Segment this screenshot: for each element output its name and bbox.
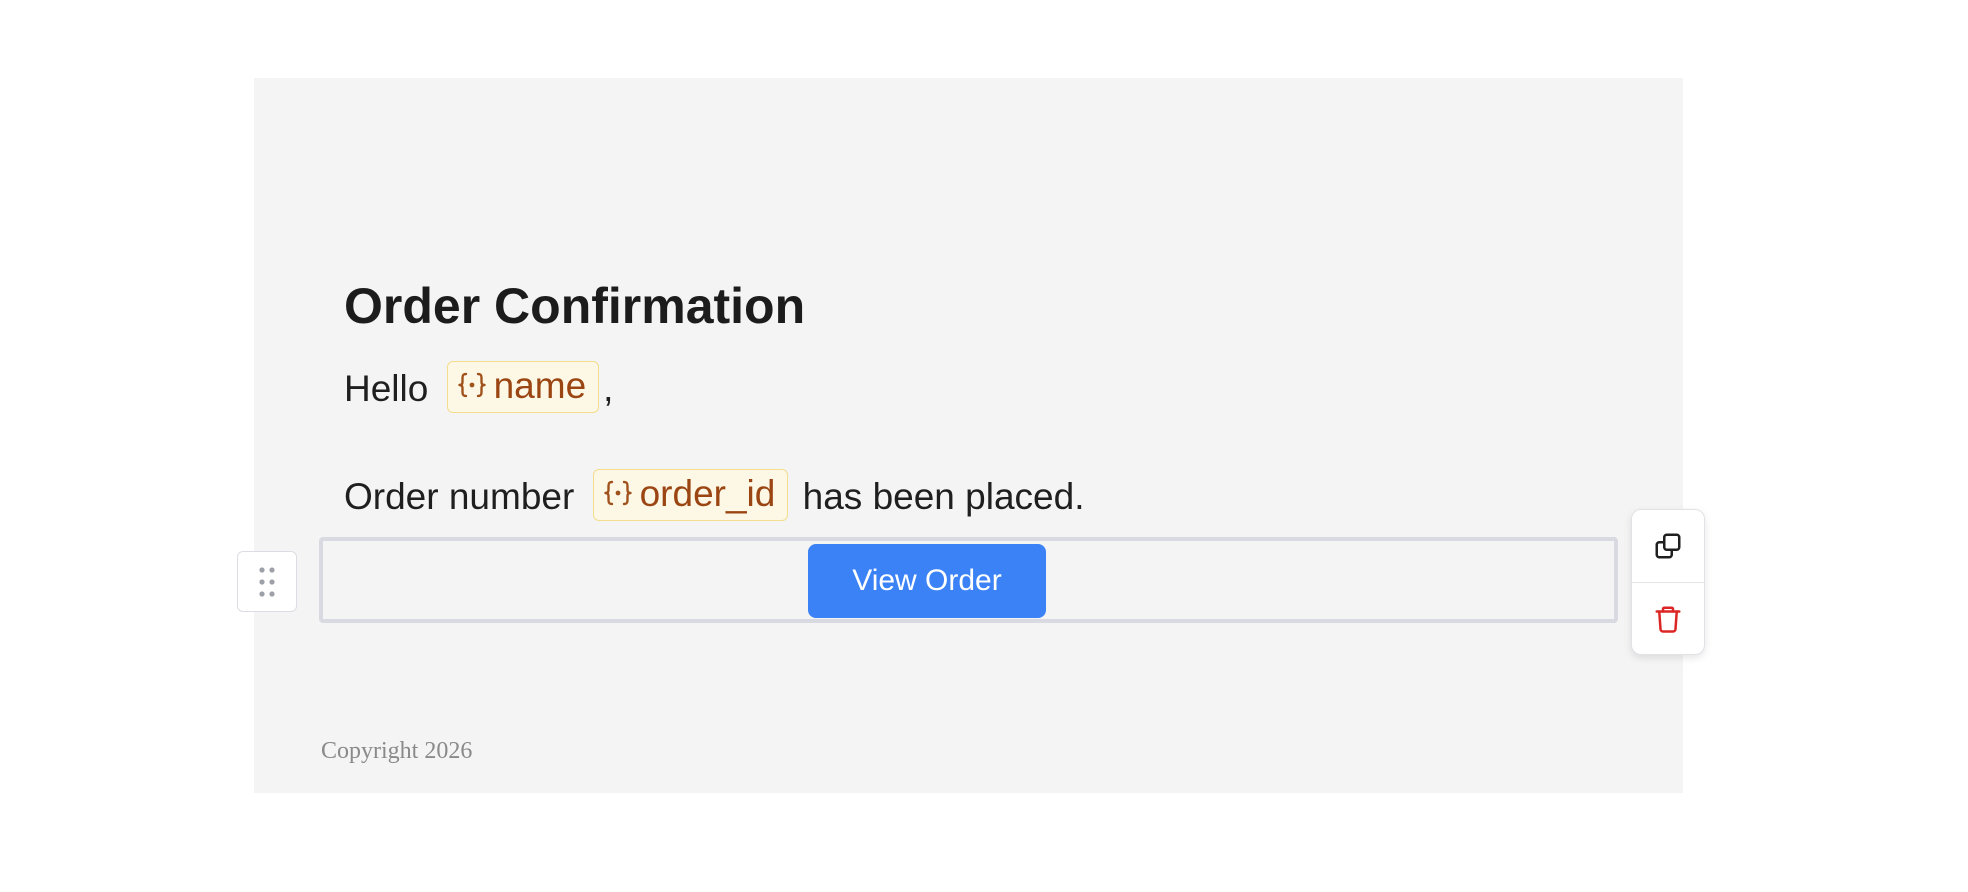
order-paragraph[interactable]: Order number order_id has been placed. bbox=[344, 469, 1085, 525]
variable-chip-name[interactable]: name bbox=[446, 361, 600, 414]
view-order-button[interactable]: View Order bbox=[808, 544, 1046, 618]
delete-block-button[interactable] bbox=[1632, 583, 1704, 654]
copy-icon bbox=[1655, 533, 1681, 559]
email-heading[interactable]: Order Confirmation bbox=[344, 276, 805, 336]
variable-name-label: name bbox=[493, 365, 587, 407]
button-block-selected[interactable]: View Order bbox=[319, 537, 1618, 623]
variable-order-id-label: order_id bbox=[639, 473, 776, 515]
duplicate-block-button[interactable] bbox=[1632, 510, 1704, 582]
order-prefix: Order number bbox=[344, 476, 585, 517]
block-actions-toolbar bbox=[1631, 509, 1705, 655]
greeting-suffix: , bbox=[603, 368, 614, 409]
variable-braces-icon bbox=[457, 373, 486, 398]
variable-chip-order-id[interactable]: order_id bbox=[592, 469, 789, 522]
trash-icon bbox=[1655, 606, 1681, 633]
grip-vertical-icon bbox=[259, 566, 275, 597]
drag-handle[interactable] bbox=[237, 551, 297, 612]
greeting-prefix: Hello bbox=[344, 368, 439, 409]
footer-copyright[interactable]: Copyright 2026 bbox=[321, 738, 472, 765]
greeting-paragraph[interactable]: Hello name, bbox=[344, 361, 614, 417]
order-suffix: has been placed. bbox=[802, 476, 1085, 517]
variable-braces-icon bbox=[603, 481, 632, 506]
email-canvas: Order Confirmation Hello name, Order num… bbox=[254, 78, 1683, 793]
